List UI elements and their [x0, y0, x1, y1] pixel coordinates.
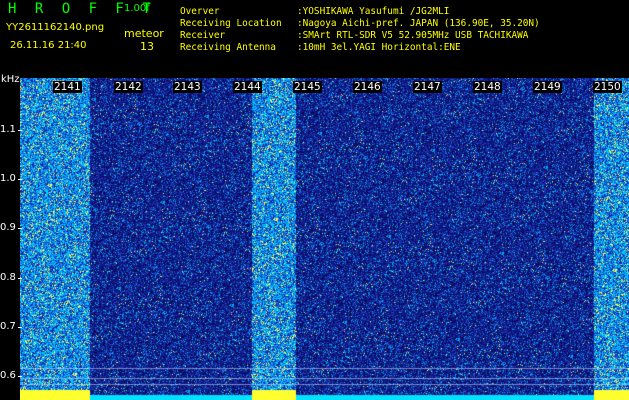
- observation-datetime: 26.11.16 21:40: [10, 40, 87, 51]
- y-tick-mark: [18, 327, 22, 328]
- x-minute-label: 2150: [593, 81, 622, 93]
- meteor-label: meteor: [124, 27, 164, 40]
- x-minute-label: 2149: [533, 81, 562, 93]
- x-minute-label: 2147: [413, 81, 442, 93]
- y-tick-mark: [18, 376, 22, 377]
- x-minute-label: 2141: [53, 81, 82, 93]
- info-key-receiver: Receiver: [180, 30, 226, 41]
- meteor-count: 13: [140, 40, 154, 53]
- y-tick-label: 0.7: [0, 321, 16, 332]
- image-filename: YY2611162140.png: [6, 22, 105, 33]
- info-value-location: :Nagoya Aichi-pref. JAPAN (136.90E, 35.2…: [297, 18, 540, 29]
- info-value-receiver: :SMArt RTL-SDR V5 52.905MHz USB TACHIKAW…: [297, 30, 529, 41]
- x-minute-label: 2143: [173, 81, 202, 93]
- x-minute-label: 2146: [353, 81, 382, 93]
- info-key-antenna: Receiving Antenna: [180, 42, 276, 53]
- y-tick-label: 1.1: [0, 124, 16, 135]
- y-tick-mark: [18, 278, 22, 279]
- app-version: 1.00f: [124, 3, 150, 14]
- x-minute-label: 2148: [473, 81, 502, 93]
- y-tick-mark: [18, 179, 22, 180]
- header-panel: H R O F F T 1.00f YY2611162140.png meteo…: [0, 0, 629, 76]
- y-tick-label: 0.8: [0, 272, 16, 283]
- x-minute-label: 2144: [233, 81, 262, 93]
- y-axis-unit: kHz: [1, 74, 20, 85]
- y-tick-mark: [18, 130, 22, 131]
- y-tick-label: 1.0: [0, 173, 16, 184]
- spectrogram-canvas[interactable]: [20, 78, 629, 400]
- x-minute-label: 2145: [293, 81, 322, 93]
- spectrogram-plot[interactable]: [20, 78, 629, 400]
- info-key-observer: Overver: [180, 6, 220, 17]
- y-tick-mark: [18, 228, 22, 229]
- x-minute-label: 2142: [114, 81, 143, 93]
- y-tick-label: 0.6: [0, 370, 16, 381]
- info-key-location: Receiving Location: [180, 18, 282, 29]
- y-tick-label: 0.9: [0, 222, 16, 233]
- info-value-observer: :YOSHIKAWA Yasufumi /JG2MLI: [297, 6, 450, 17]
- info-value-antenna: :10mH 3el.YAGI Horizontal:ENE: [297, 42, 461, 53]
